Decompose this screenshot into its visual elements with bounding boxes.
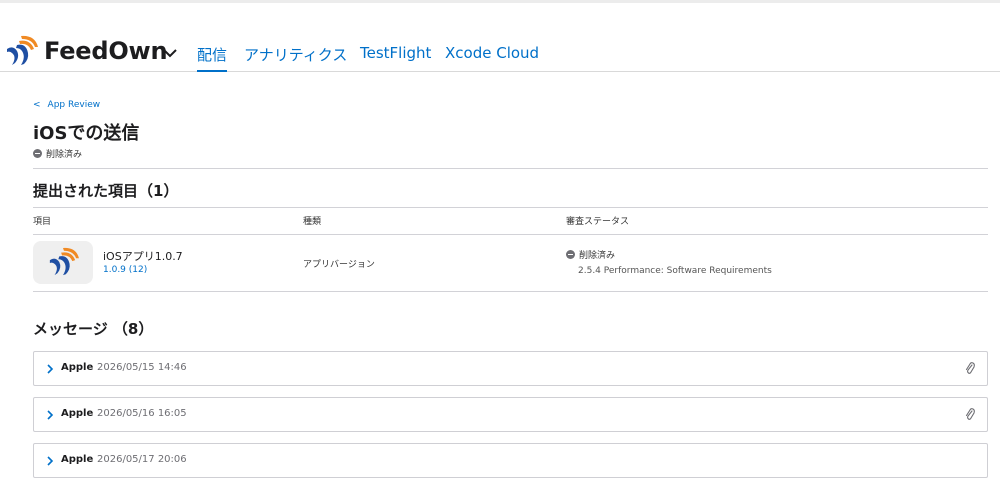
app-icon bbox=[49, 247, 79, 276]
item-kind: アプリバージョン bbox=[303, 260, 375, 270]
submission-status-label: 削除済み bbox=[46, 150, 83, 160]
app-name: FeedOwn bbox=[44, 37, 168, 65]
chevron-right-icon bbox=[47, 364, 54, 374]
submitted-items-heading: 提出された項目（1） bbox=[33, 182, 179, 200]
tab-analytics[interactable]: アナリティクス bbox=[244, 44, 347, 72]
submission-status: 削除済み bbox=[33, 147, 82, 160]
page-title: iOSでの送信 bbox=[33, 123, 140, 144]
removed-status-icon bbox=[566, 250, 575, 259]
column-header-kind: 種類 bbox=[303, 217, 322, 227]
message-row[interactable]: Apple 2026/05/16 16:05 bbox=[33, 397, 988, 432]
tab-xcode-cloud[interactable]: Xcode Cloud bbox=[445, 44, 539, 72]
message-sender: Apple bbox=[61, 454, 94, 465]
app-header: FeedOwn 配信 アナリティクス TestFlight Xcode Clou… bbox=[0, 3, 1000, 72]
message-row[interactable]: Apple 2026/05/15 14:46 bbox=[33, 351, 988, 386]
attachment-paperclip-icon bbox=[965, 362, 975, 374]
chevron-right-icon bbox=[47, 410, 54, 420]
tab-testflight[interactable]: TestFlight bbox=[360, 44, 431, 72]
message-date: 2026/05/15 14:46 bbox=[97, 362, 187, 373]
column-header-item: 項目 bbox=[33, 217, 52, 227]
item-review-reason: 2.5.4 Performance: Software Requirements bbox=[578, 266, 772, 276]
divider bbox=[33, 207, 988, 208]
chevron-left-icon: < bbox=[33, 100, 41, 110]
message-row[interactable]: Apple 2026/05/17 20:06 bbox=[33, 443, 988, 478]
item-build-link[interactable]: 1.0.9 (12) bbox=[103, 265, 147, 275]
message-sender: Apple bbox=[61, 408, 94, 419]
divider bbox=[33, 234, 988, 235]
messages-heading: メッセージ （8） bbox=[33, 320, 154, 338]
app-switcher-chevron-down-icon[interactable] bbox=[162, 47, 178, 59]
message-date: 2026/05/17 20:06 bbox=[97, 454, 187, 465]
tab-distribution[interactable]: 配信 bbox=[197, 44, 228, 72]
message-sender: Apple bbox=[61, 362, 94, 373]
item-name: iOSアプリ1.0.7 bbox=[103, 250, 183, 263]
breadcrumb-label: App Review bbox=[47, 100, 101, 110]
divider bbox=[33, 291, 988, 292]
removed-status-icon bbox=[33, 149, 42, 158]
message-date: 2026/05/16 16:05 bbox=[97, 408, 187, 419]
breadcrumb[interactable]: < App Review bbox=[33, 100, 100, 110]
app-icon-tile bbox=[33, 241, 93, 284]
item-review-status-label: 削除済み bbox=[579, 251, 616, 261]
item-review-status: 削除済み bbox=[566, 248, 615, 261]
feedown-logo-icon bbox=[7, 35, 38, 65]
divider bbox=[33, 168, 988, 169]
attachment-paperclip-icon bbox=[965, 408, 975, 420]
chevron-right-icon bbox=[47, 456, 54, 466]
column-header-review-status: 審査ステータス bbox=[566, 217, 630, 227]
